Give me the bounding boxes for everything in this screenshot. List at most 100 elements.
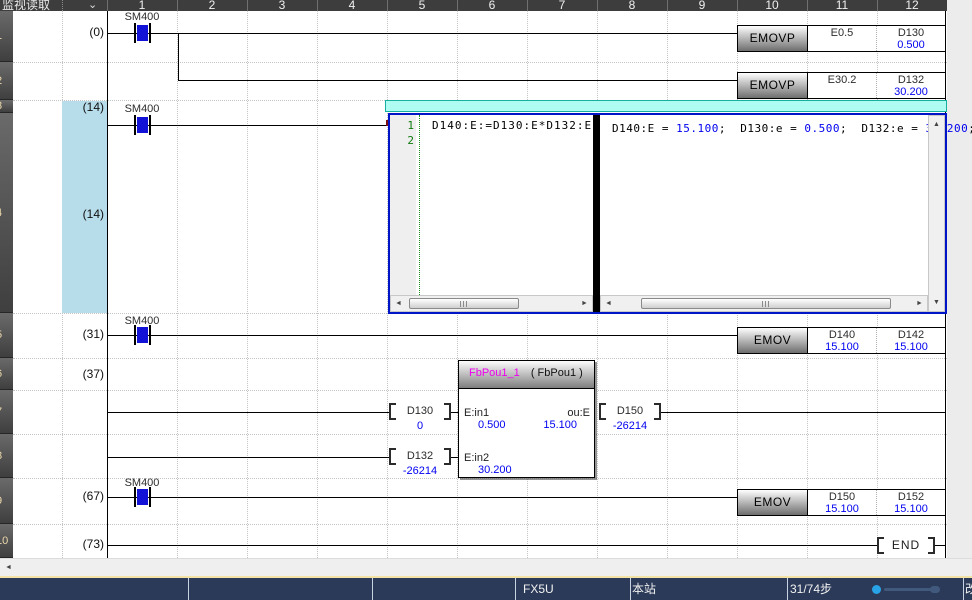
contact-sm400[interactable] <box>134 115 151 135</box>
wire <box>660 412 946 413</box>
row-number-7[interactable]: 7 <box>0 390 13 434</box>
instruction-emovp-1[interactable]: EMOVP E0.5 D1300.500 <box>737 25 946 52</box>
right-gutter <box>947 0 972 576</box>
device-value: 0 <box>389 420 451 432</box>
column-header-7: 7 <box>527 0 597 11</box>
fb-input-pin-2: E:in2 <box>464 452 489 464</box>
scroll-right-icon[interactable]: ► <box>912 296 927 311</box>
instruction-name[interactable]: EMOV <box>738 490 808 515</box>
st-monitor-v-scrollbar[interactable]: ▲ ▼ <box>928 115 945 312</box>
fb-input-value-2: 30.200 <box>478 464 512 476</box>
step-count-label: 31/74步 <box>790 578 832 600</box>
contact-on-state <box>137 489 148 505</box>
row-number-2[interactable]: 2 <box>0 62 13 100</box>
wire <box>107 545 879 546</box>
contact-device-label: SM400 <box>116 103 168 115</box>
scroll-down-icon[interactable]: ▼ <box>929 295 944 310</box>
operand-cell[interactable]: D15015.100 <box>808 490 876 515</box>
function-block-fbpou1[interactable]: FbPou1_1 ( FbPou1 ) E:in1 0.500 ou:E 15.… <box>458 360 595 478</box>
scroll-left-icon[interactable]: ◄ <box>601 296 616 311</box>
zoom-slider-end <box>930 586 940 593</box>
station-label: 本站 <box>632 578 656 600</box>
scroll-up-icon[interactable]: ▲ <box>929 117 944 132</box>
row-number-6[interactable]: 6 <box>0 358 13 390</box>
branch-wire <box>178 33 179 81</box>
row-number-1[interactable]: 1 <box>0 11 13 62</box>
fb-type-name: ( FbPou1 ) <box>531 367 583 379</box>
device-value: -26214 <box>389 465 451 477</box>
step-number: (37) <box>60 368 104 381</box>
instruction-name[interactable]: EMOV <box>738 328 808 353</box>
column-header-3: 3 <box>247 0 317 11</box>
instruction-name[interactable]: EMOVP <box>738 73 808 98</box>
wire <box>107 335 737 336</box>
contact-sm400[interactable] <box>134 23 151 43</box>
column-header-4: 4 <box>317 0 387 11</box>
ladder-h-scrollbar[interactable]: ◄ <box>0 558 972 576</box>
st-panel-splitter[interactable] <box>593 115 600 312</box>
operand-cell[interactable]: D13230.200 <box>876 73 945 98</box>
contact-sm400[interactable] <box>134 325 151 345</box>
operand-cell[interactable]: D14015.100 <box>808 328 876 353</box>
instruction-name[interactable]: EMOVP <box>738 26 808 51</box>
fb-output-pin: ou:E <box>567 407 590 419</box>
st-monitor-h-scrollbar[interactable]: ◄ ► <box>600 295 928 312</box>
operand-cell[interactable]: E30.2 <box>808 73 876 98</box>
instruction-emov-2[interactable]: EMOV D15015.100 D15215.100 <box>737 489 946 516</box>
fb-input-value-1: 0.500 <box>478 419 506 431</box>
device-bracket-d132[interactable]: D132 <box>389 448 451 465</box>
column-header-8: 8 <box>597 0 667 11</box>
wire <box>107 412 390 413</box>
row-number-10[interactable]: 10 <box>0 524 13 558</box>
step-number: (14) <box>60 208 104 221</box>
operand-cell[interactable]: D15215.100 <box>876 490 945 515</box>
row-number-4[interactable]: 4 <box>0 113 13 313</box>
fb-header: FbPou1_1 ( FbPou1 ) <box>459 361 594 389</box>
operand-cell[interactable]: D1300.500 <box>876 26 945 51</box>
st-gutter-divider <box>419 115 420 295</box>
chevron-down-icon[interactable]: ⌄ <box>88 0 97 11</box>
scroll-left-icon[interactable]: ◄ <box>1 560 16 576</box>
st-code-h-scrollbar[interactable]: ◄ ► <box>390 295 593 312</box>
st-inline-box[interactable] <box>388 113 947 314</box>
st-box-title-bar[interactable] <box>385 100 947 112</box>
edit-mode-label: 改写 <box>965 578 972 600</box>
scroll-left-icon[interactable]: ◄ <box>391 296 406 311</box>
wire <box>450 457 458 458</box>
instruction-emov-1[interactable]: EMOV D14015.100 D14215.100 <box>737 327 946 354</box>
contact-on-state <box>137 25 148 41</box>
step-number: (14) <box>60 101 104 114</box>
step-number: (67) <box>60 490 104 503</box>
row-number-8[interactable]: 8 <box>0 434 13 478</box>
scrollbar-thumb[interactable] <box>409 298 519 309</box>
column-header-9: 9 <box>667 0 737 11</box>
step-number: (0) <box>60 26 104 39</box>
wire <box>450 412 458 413</box>
device-bracket-d150[interactable]: D150 <box>599 403 661 420</box>
scroll-right-icon[interactable]: ► <box>577 296 592 311</box>
ruler-divider <box>62 0 64 11</box>
step-number: (31) <box>60 328 104 341</box>
wire <box>178 80 737 81</box>
column-header-2: 2 <box>177 0 247 11</box>
device-bracket-d130[interactable]: D130 <box>389 403 451 420</box>
fb-output-value: 15.100 <box>543 419 577 431</box>
column-ruler: 监视读取 ⌄ 1 2 3 4 5 6 7 8 9 10 11 12 <box>0 0 947 11</box>
fb-input-pin-1: E:in1 <box>464 407 489 419</box>
st-monitor-text: D140:E = 15.100; D130:e = 0.500; D132:e … <box>612 122 972 135</box>
contact-sm400[interactable] <box>134 487 151 507</box>
row-number-5[interactable]: 5 <box>0 313 13 358</box>
zoom-slider-thumb[interactable] <box>872 585 881 594</box>
operand-cell[interactable]: D14215.100 <box>876 328 945 353</box>
row-number-9[interactable]: 9 <box>0 478 13 524</box>
instruction-emovp-2[interactable]: EMOVP E30.2 D13230.200 <box>737 72 946 99</box>
column-header-10: 10 <box>737 0 807 11</box>
end-instruction[interactable]: END <box>877 537 935 554</box>
zoom-slider-track[interactable] <box>884 588 932 591</box>
status-bar: FX5U 本站 31/74步 改写 <box>0 578 972 600</box>
scrollbar-thumb[interactable] <box>641 298 891 309</box>
column-header-12: 12 <box>877 0 947 11</box>
operand-cell[interactable]: E0.5 <box>808 26 876 51</box>
st-code-text[interactable]: D140:E:=D130:E*D132:E; <box>432 119 600 132</box>
row-number-3[interactable]: 3 <box>0 100 13 113</box>
